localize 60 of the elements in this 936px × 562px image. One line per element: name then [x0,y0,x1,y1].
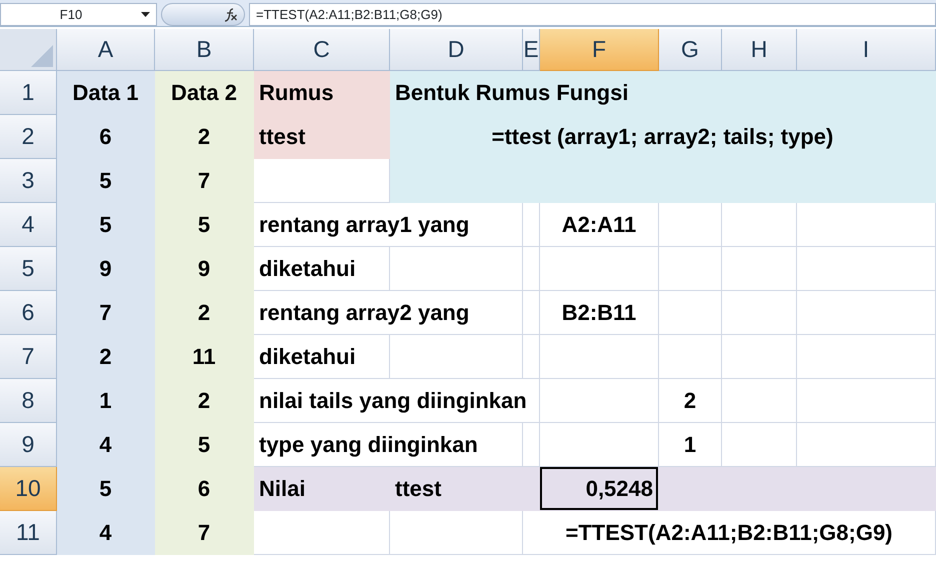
cell[interactable]: 2 [155,379,254,423]
cell[interactable]: 5 [155,203,254,247]
cell[interactable]: 7 [155,511,254,555]
cell[interactable]: 11 [155,335,254,379]
cell[interactable]: 2 [659,379,722,423]
row-header[interactable]: 6 [0,291,57,335]
column-header[interactable]: B [155,29,254,71]
cell[interactable]: Data 2 [155,71,254,115]
row-header[interactable]: 2 [0,115,57,159]
row-header[interactable]: 4 [0,203,57,247]
row-header[interactable]: 9 [0,423,57,467]
cell[interactable]: rentang array1 yang [254,203,523,247]
cell[interactable]: B2:B11 [540,291,659,335]
formula-field[interactable]: =TTEST(A2:A11;B2:B11;G8;G9) [249,3,936,26]
cell[interactable]: 2 [155,291,254,335]
name-box[interactable]: F10 [0,3,157,26]
cell[interactable]: 2 [57,335,155,379]
column-header[interactable]: G [659,29,722,71]
cell[interactable]: 7 [155,159,254,203]
cell[interactable]: 6 [155,467,254,511]
row-header[interactable]: 8 [0,379,57,423]
cell[interactable]: =ttest (array1; array2; tails; type) [390,115,936,159]
column-header[interactable]: C [254,29,390,71]
cell[interactable]: 5 [57,159,155,203]
cell[interactable]: 4 [57,511,155,555]
cell[interactable]: Nilai [254,467,390,511]
cell[interactable]: A2:A11 [540,203,659,247]
cell[interactable]: nilai tails yang diinginkan [254,379,540,423]
cell[interactable]: Data 1 [57,71,155,115]
column-header[interactable]: F [540,29,659,71]
row-header[interactable]: 11 [0,511,57,555]
cell[interactable]: diketahui [254,335,390,379]
cell[interactable]: 5 [57,203,155,247]
cell[interactable]: ttest [390,467,540,511]
cell[interactable]: 7 [57,291,155,335]
column-header[interactable]: D [390,29,523,71]
column-header[interactable]: I [797,29,936,71]
column-header[interactable]: A [57,29,155,71]
row-header[interactable]: 3 [0,159,57,203]
cell[interactable]: Rumus [254,71,390,115]
cell[interactable]: diketahui [254,247,390,291]
cell[interactable]: 6 [57,115,155,159]
row-header[interactable]: 1 [0,71,57,115]
row-header[interactable]: 10 [0,467,57,511]
cell[interactable]: 1 [57,379,155,423]
cell[interactable]: 9 [155,247,254,291]
cell[interactable]: 4 [57,423,155,467]
cell[interactable]: =TTEST(A2:A11;B2:B11;G8;G9) [523,511,936,555]
row-header[interactable]: 5 [0,247,57,291]
cell[interactable]: Bentuk Rumus Fungsi [390,71,936,115]
active-cell[interactable]: 0,5248 [540,467,659,511]
cell[interactable]: rentang array2 yang [254,291,523,335]
cell[interactable]: 9 [57,247,155,291]
cell[interactable]: ttest [254,115,390,159]
cell[interactable]: 5 [155,423,254,467]
row-header[interactable]: 7 [0,335,57,379]
column-header[interactable]: H [722,29,797,71]
cell[interactable]: 5 [57,467,155,511]
cell[interactable]: 2 [155,115,254,159]
column-header[interactable]: E [523,29,540,71]
